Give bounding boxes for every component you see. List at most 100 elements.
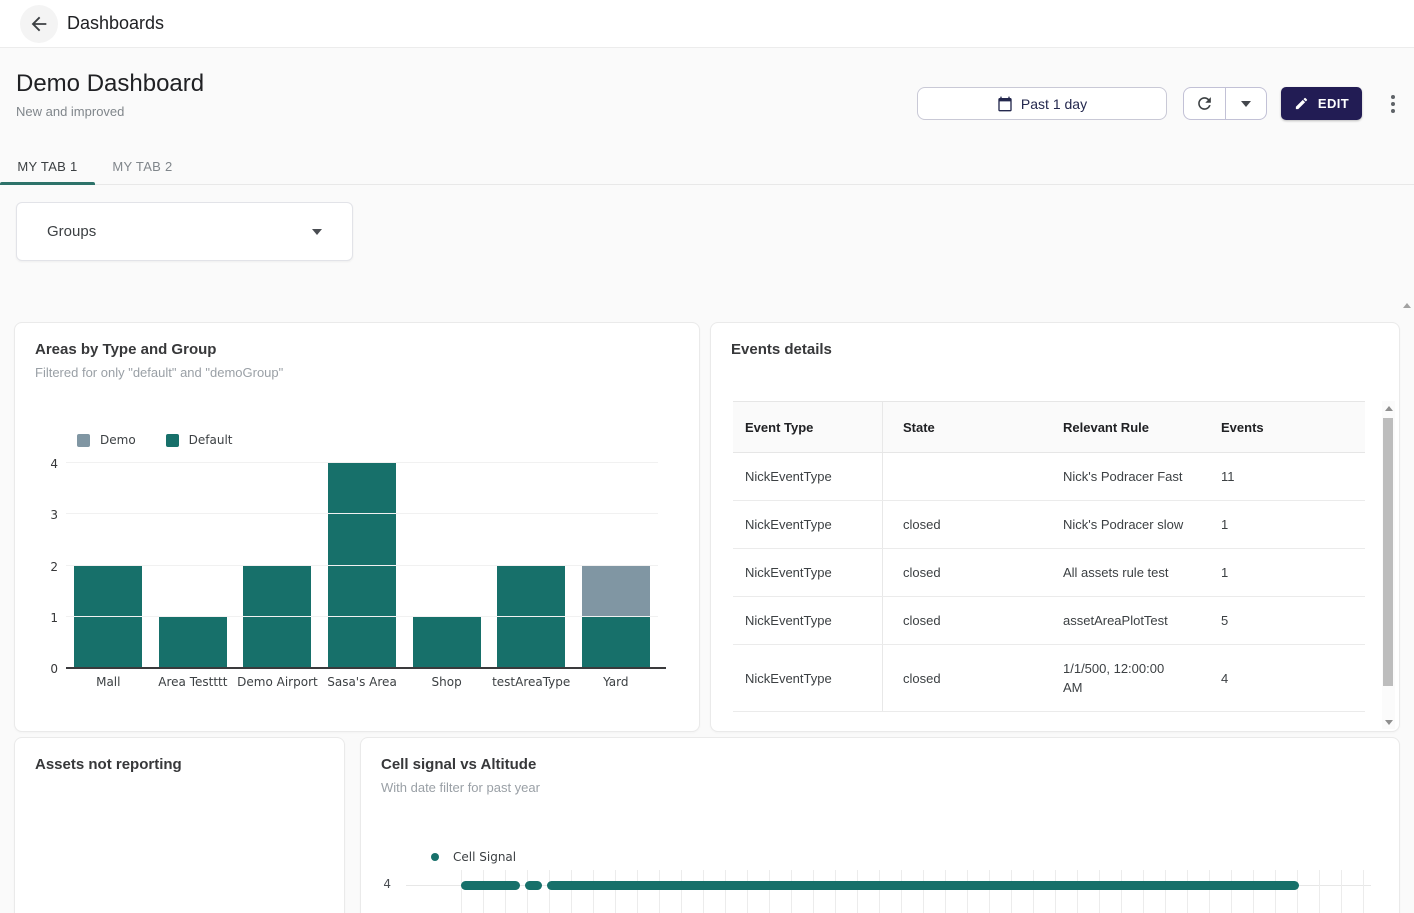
refresh-icon <box>1195 94 1214 113</box>
pencil-icon <box>1294 96 1309 111</box>
areas-plot: MallArea TesttttDemo AirportSasa's AreaS… <box>66 463 658 668</box>
table-cell: Nick's Podracer slow <box>1043 501 1203 548</box>
table-cell-text: 1 <box>1221 563 1246 582</box>
table-row[interactable]: NickEventType closed Nick's Podracer slow 1 <box>733 501 1365 549</box>
groups-select[interactable]: Groups <box>16 202 353 261</box>
date-range-button[interactable]: Past 1 day <box>917 87 1167 120</box>
column-header-label: Event Type <box>745 420 813 435</box>
scatter-gridlines <box>461 870 1383 913</box>
legend-label: Cell Signal <box>453 850 516 864</box>
page-title: Demo Dashboard <box>16 70 204 98</box>
scatter-points-segment[interactable] <box>461 881 520 890</box>
refresh-options-button[interactable] <box>1225 88 1267 119</box>
edit-button[interactable]: EDIT <box>1281 87 1362 120</box>
app-bar-title: Dashboards <box>67 13 164 34</box>
scrollbar-thumb[interactable] <box>1383 418 1393 686</box>
column-header-event-type: Event Type <box>733 402 883 452</box>
refresh-button-group <box>1183 87 1267 120</box>
scroll-down-arrow-icon[interactable] <box>1382 715 1395 729</box>
scatter-points-segment[interactable] <box>547 881 1299 890</box>
card-title: Assets not reporting <box>35 756 182 773</box>
y-tick-label: 4 <box>375 877 391 891</box>
bar-segment-default[interactable] <box>497 566 565 669</box>
card-title: Events details <box>731 341 832 358</box>
table-row[interactable]: NickEventTypeclosedassetAreaPlotTest5 <box>733 597 1365 645</box>
table-cell-text: 5 <box>1221 611 1246 630</box>
table-cell: closed <box>883 597 1043 644</box>
column-header-label: State <box>903 420 935 435</box>
table-cell: 1 <box>1203 501 1365 548</box>
table-cell: 4 <box>1203 645 1365 711</box>
table-cell-text: NickEventType <box>745 515 850 534</box>
y-tick-label: 0 <box>38 662 58 676</box>
tabs: MY TAB 1 MY TAB 2 <box>0 148 1414 185</box>
bar-segment-default[interactable] <box>582 617 650 668</box>
bar-segment-default[interactable] <box>328 463 396 668</box>
table-cell: NickEventType <box>733 549 883 596</box>
tab-my-tab-1[interactable]: MY TAB 1 <box>0 148 95 184</box>
events-table-scrollbar[interactable] <box>1382 401 1395 729</box>
table-cell-text: closed <box>903 563 959 582</box>
card-subtitle: Filtered for only "default" and "demoGro… <box>35 365 283 380</box>
x-tick-label: Sasa's Area <box>320 675 405 689</box>
legend-item-demo[interactable]: Demo <box>77 433 136 447</box>
scatter-band <box>461 881 1299 890</box>
table-cell: closed <box>883 645 1043 711</box>
arrow-left-icon <box>28 13 50 35</box>
areas-xlabels: MallArea TesttttDemo AirportSasa's AreaS… <box>66 675 658 689</box>
table-row[interactable]: NickEventType closed All assets rule test 1 <box>733 549 1365 597</box>
table-cell-text: closed <box>903 515 959 534</box>
scatter-legend-item[interactable]: Cell Signal <box>431 850 516 864</box>
scroll-up-arrow-icon[interactable] <box>1382 401 1395 415</box>
groups-select-label: Groups <box>47 223 96 240</box>
x-tick-label: Yard <box>573 675 658 689</box>
chevron-down-icon <box>312 229 322 235</box>
table-cell <box>883 453 1043 500</box>
tab-label: MY TAB 1 <box>17 159 77 174</box>
y-gridline <box>66 616 658 617</box>
legend-label: Default <box>189 433 233 447</box>
y-gridline <box>66 565 658 566</box>
table-cell-text: Nick's Podracer slow <box>1063 515 1201 534</box>
more-options-button[interactable] <box>1384 92 1402 116</box>
legend-item-default[interactable]: Default <box>166 433 233 447</box>
x-tick-label: Demo Airport <box>235 675 320 689</box>
edit-button-label: EDIT <box>1318 96 1349 111</box>
table-cell: assetAreaPlotTest <box>1043 597 1203 644</box>
page-subtitle: New and improved <box>16 104 124 119</box>
y-tick-label: 1 <box>38 611 58 625</box>
y-tick-label: 4 <box>38 457 58 471</box>
x-tick-label: Area Testttt <box>151 675 236 689</box>
tab-label: MY TAB 2 <box>112 159 172 174</box>
bar-slot-yard <box>573 463 658 668</box>
page-scroll-arrow-icon[interactable] <box>1403 303 1411 308</box>
table-cell-text: 4 <box>1221 669 1246 688</box>
calendar-icon <box>997 96 1013 112</box>
refresh-button[interactable] <box>1184 88 1225 119</box>
back-button[interactable] <box>20 5 58 43</box>
events-table-header: Event TypeStateRelevant RuleEvents <box>733 401 1365 453</box>
card-title: Areas by Type and Group <box>35 341 216 358</box>
table-row[interactable]: NickEventTypeNick's Podracer Fast11 <box>733 453 1365 501</box>
table-cell: NickEventType <box>733 453 883 500</box>
table-row[interactable]: NickEventTypeclosed1/1/500, 12:00:00 AM4 <box>733 645 1365 712</box>
bar-segment-default[interactable] <box>159 617 227 668</box>
table-cell: All assets rule test <box>1043 549 1203 596</box>
table-cell: 5 <box>1203 597 1365 644</box>
table-cell: 1 <box>1203 549 1365 596</box>
scatter-points-segment[interactable] <box>525 881 543 890</box>
bar-segment-default[interactable] <box>74 566 142 669</box>
assets-not-reporting-card: Assets not reporting <box>14 737 345 913</box>
bar-segment-demo[interactable] <box>582 566 650 617</box>
column-header-label: Events <box>1221 420 1264 435</box>
column-header-state: State <box>883 402 1043 452</box>
legend-swatch-icon <box>77 434 90 447</box>
table-cell-text: closed <box>903 669 959 688</box>
table-cell-text: NickEventType <box>745 467 850 486</box>
table-cell: closed <box>883 549 1043 596</box>
tab-my-tab-2[interactable]: MY TAB 2 <box>95 148 190 184</box>
bar-segment-default[interactable] <box>413 617 481 668</box>
events-table-body: NickEventTypeNick's Podracer Fast11NickE… <box>733 453 1365 712</box>
bar-segment-default[interactable] <box>243 566 311 669</box>
table-cell-text: 1 <box>1221 515 1246 534</box>
